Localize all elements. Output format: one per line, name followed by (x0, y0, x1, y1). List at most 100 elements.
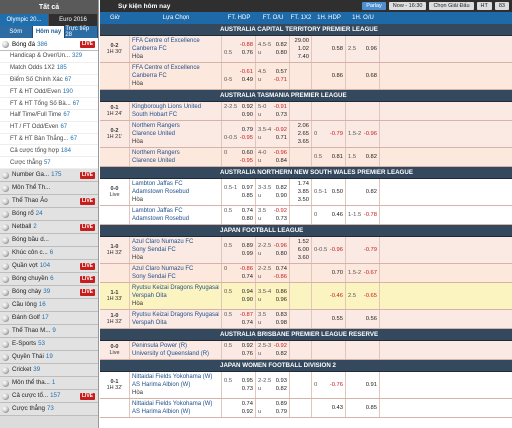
sidebar-subitem[interactable]: FT & HT Bàn Thắng... 67 (0, 133, 98, 146)
sidebar-subitem[interactable]: Handicap & Over/Un... 329 (0, 51, 98, 63)
date-filter-select[interactable]: Now - 16:30 (388, 2, 427, 10)
odds-value[interactable]: 0.82 (276, 350, 287, 358)
league-header[interactable]: AUSTRALIA TASMANIA PREMIER LEAGUE (100, 90, 512, 102)
odds-value[interactable]: 0.82 (366, 188, 377, 196)
odds-value[interactable]: 6.00 (292, 246, 309, 254)
sidebar-subitem[interactable]: FT & HT Odd/Even 190 (0, 86, 98, 99)
odds-value[interactable]: 1.74 (292, 180, 309, 188)
odds-value[interactable]: -0.92 (274, 207, 287, 215)
odds-value[interactable]: 0.84 (276, 157, 287, 165)
odds-value[interactable]: -0.46 (330, 292, 343, 300)
sidebar-item-sport[interactable]: Thể Thao M... 9 (0, 324, 98, 338)
odds-value[interactable]: 2.65 (292, 130, 309, 138)
sidebar-item-sport[interactable]: Thể Thao Ảo LIVE (0, 194, 98, 208)
odds-value[interactable]: 1.02 (292, 45, 309, 53)
parlay-button[interactable]: Parlay (362, 2, 386, 10)
tab-live[interactable]: Trực tiếp 28 (65, 26, 98, 38)
sidebar-title[interactable]: Tất cả (0, 0, 98, 14)
odds-value[interactable]: 0.43 (332, 404, 343, 412)
odds-type-select[interactable]: HT (476, 2, 492, 10)
odds-value[interactable]: 0.55 (332, 315, 343, 323)
odds-value[interactable]: 0.94 (242, 288, 253, 296)
sidebar-item-sport[interactable]: Quyền Thái 19 (0, 350, 98, 364)
odds-value[interactable]: 0.80 (276, 49, 287, 57)
sidebar-item-sport[interactable]: Cả cược tổ... 157 LIVE (0, 389, 98, 403)
odds-value[interactable]: 0.83 (276, 311, 287, 319)
odds-value[interactable]: -0.91 (274, 103, 287, 111)
tab-euro[interactable]: Euro 2016 (49, 14, 98, 26)
odds-value[interactable]: -0.67 (364, 269, 377, 277)
odds-value[interactable]: -0.65 (364, 292, 377, 300)
odds-value[interactable]: 0.89 (242, 242, 253, 250)
odds-value[interactable]: 0.93 (276, 377, 287, 385)
odds-value[interactable]: 0.74 (242, 400, 253, 408)
odds-value[interactable]: 0.86 (276, 288, 287, 296)
league-header[interactable]: AUSTRALIA BRISBANE PREMIER LEAGUE RESERV… (100, 329, 512, 341)
odds-value[interactable]: 0.74 (242, 273, 253, 281)
sidebar-item-sport[interactable]: Môn Thể Th... (0, 181, 98, 195)
odds-value[interactable]: 0.80 (242, 215, 253, 223)
tab-olympic[interactable]: Olympic 20... (0, 14, 49, 26)
odds-value[interactable]: -0.87 (240, 311, 253, 319)
odds-value[interactable]: 29.00 (292, 37, 309, 45)
sidebar-subitem[interactable]: Cược thẳng 57 (0, 157, 98, 169)
odds-value[interactable]: 0.79 (276, 408, 287, 416)
odds-value[interactable]: 0.82 (276, 41, 287, 49)
odds-value[interactable]: 0.71 (276, 134, 287, 142)
sidebar-item-sport[interactable]: Quần vợt 104 LIVE (0, 259, 98, 273)
sidebar-subitem[interactable]: Half Time/Full Time 67 (0, 109, 98, 122)
sidebar-subitem[interactable]: HT / FT Odd/Even 67 (0, 121, 98, 134)
odds-value[interactable]: 0.68 (366, 72, 377, 80)
odds-value[interactable]: 0.90 (276, 192, 287, 200)
sidebar-item-sport[interactable]: Môn thể tha... 1 (0, 376, 98, 390)
odds-value[interactable]: -0.86 (240, 265, 253, 273)
odds-value[interactable]: 0.58 (332, 45, 343, 53)
odds-value[interactable]: -0.96 (274, 242, 287, 250)
odds-value[interactable]: -0.79 (364, 246, 377, 254)
odds-value[interactable]: 3.50 (292, 196, 309, 204)
odds-value[interactable]: 0.73 (242, 385, 253, 393)
sidebar-item-sport[interactable]: E-Sports 53 (0, 337, 98, 351)
sidebar-item-sport[interactable]: Netball 2 LIVE (0, 220, 98, 234)
sidebar-item-sport[interactable]: Khúc côn c... 6 (0, 246, 98, 260)
league-header[interactable]: AUSTRALIA NORTHERN NEW SOUTH WALES PREMI… (100, 167, 512, 179)
odds-value[interactable]: -0.88 (240, 41, 253, 49)
sidebar-item-sport[interactable]: Đánh Golf 17 (0, 311, 98, 325)
sidebar-item-sport[interactable]: Number Ga... 175 LIVE (0, 168, 98, 182)
odds-value[interactable]: 0.79 (242, 126, 253, 134)
odds-value[interactable]: 0.92 (242, 342, 253, 350)
odds-value[interactable]: 0.96 (276, 296, 287, 304)
odds-value[interactable]: -0.78 (364, 211, 377, 219)
odds-value[interactable]: 0.70 (332, 269, 343, 277)
odds-value[interactable]: 0.85 (366, 404, 377, 412)
odds-value[interactable]: 0.80 (276, 250, 287, 258)
odds-value[interactable]: 0.92 (242, 103, 253, 111)
odds-value[interactable]: 0.92 (242, 408, 253, 416)
odds-value[interactable]: 0.49 (242, 76, 253, 84)
sidebar-item-football[interactable]: Bóng đá 386 LIVE (0, 38, 98, 51)
league-select-button[interactable]: Chọn Giải Đấu (429, 2, 474, 10)
odds-value[interactable]: 0.82 (366, 153, 377, 161)
odds-value[interactable]: 0.74 (242, 319, 253, 327)
odds-value[interactable]: 0.85 (242, 192, 253, 200)
odds-value[interactable]: 0.56 (366, 315, 377, 323)
odds-value[interactable]: -0.92 (274, 126, 287, 134)
odds-value[interactable]: -0.96 (330, 246, 343, 254)
league-header[interactable]: JAPAN FOOTBALL LEAGUE (100, 225, 512, 237)
tab-today[interactable]: Hôm nay (32, 26, 66, 38)
odds-value[interactable]: -0.95 (240, 134, 253, 142)
odds-value[interactable]: -0.96 (274, 149, 287, 157)
odds-value[interactable]: 0.89 (276, 400, 287, 408)
odds-value[interactable]: -0.96 (364, 130, 377, 138)
odds-value[interactable]: 0.73 (276, 215, 287, 223)
odds-value[interactable]: 0.98 (276, 319, 287, 327)
odds-value[interactable]: 0.57 (276, 68, 287, 76)
odds-value[interactable]: 0.74 (276, 265, 287, 273)
odds-value[interactable]: -0.76 (330, 381, 343, 389)
odds-value[interactable]: 0.96 (366, 45, 377, 53)
odds-value[interactable]: 0.95 (242, 377, 253, 385)
sidebar-item-sport[interactable]: Bóng chày 39 LIVE (0, 285, 98, 299)
odds-value[interactable]: 0.76 (242, 350, 253, 358)
odds-value[interactable]: -0.92 (274, 342, 287, 350)
odds-value[interactable]: 0.90 (242, 111, 253, 119)
